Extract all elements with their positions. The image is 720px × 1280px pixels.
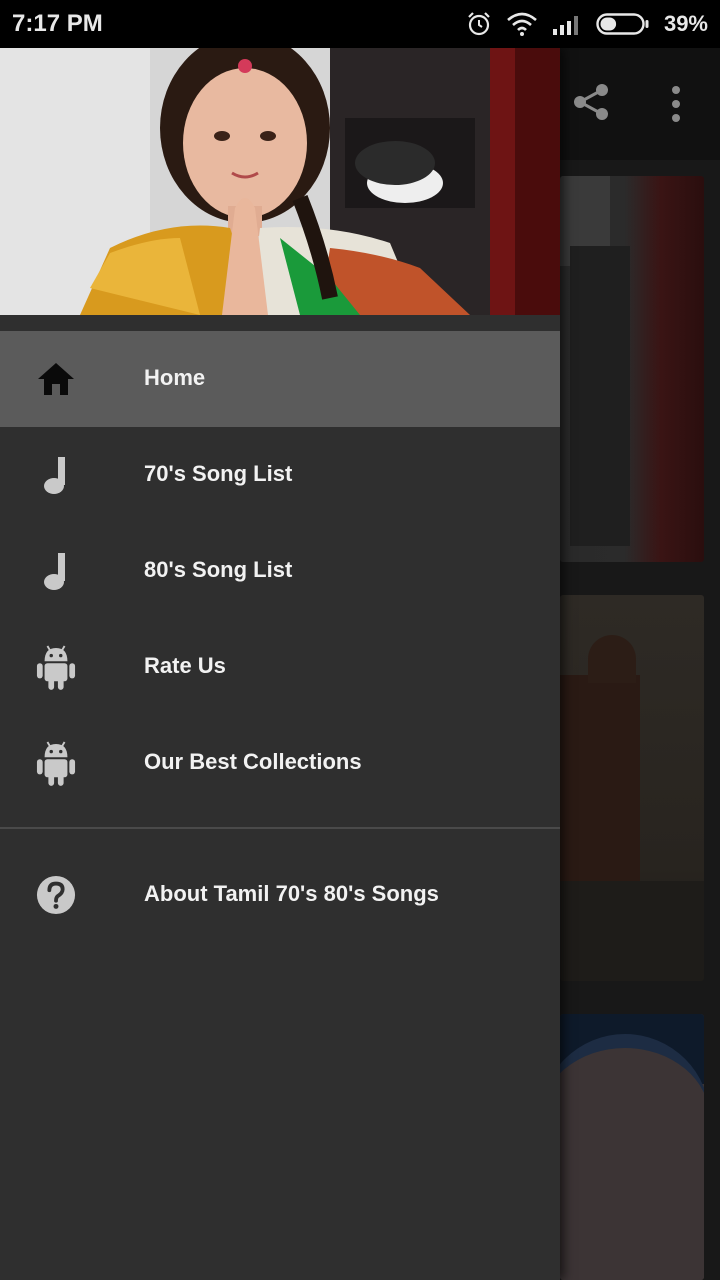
android-icon bbox=[36, 741, 76, 786]
music-note-icon bbox=[36, 551, 76, 591]
menu-item-80s-song-list[interactable]: 80's Song List bbox=[0, 523, 560, 619]
signal-icon bbox=[552, 13, 582, 35]
menu-item-our-best-collections[interactable]: Our Best Collections bbox=[0, 715, 560, 811]
menu-item-label: Rate Us bbox=[144, 653, 226, 678]
menu-item-label: 80's Song List bbox=[144, 557, 293, 582]
menu-item-rate-us[interactable]: Rate Us bbox=[0, 619, 560, 715]
menu-item-label: About Tamil 70's 80's Songs bbox=[144, 881, 439, 906]
alarm-icon bbox=[466, 11, 492, 37]
drawer-header-image bbox=[0, 48, 560, 315]
status-bar: 7:17 PM 39% bbox=[0, 0, 720, 48]
content-card-image[interactable] bbox=[560, 1014, 704, 1280]
menu-item-about[interactable]: About Tamil 70's 80's Songs bbox=[0, 847, 560, 943]
status-icons: 39% bbox=[466, 8, 708, 40]
card-image-detail bbox=[588, 635, 636, 683]
drawer-menu: Home 70's Song List 80's Song List Rate … bbox=[0, 331, 560, 811]
content-card-image[interactable] bbox=[560, 176, 704, 562]
menu-item-label: Our Best Collections bbox=[144, 749, 362, 774]
card-image-detail bbox=[570, 246, 630, 546]
menu-divider bbox=[0, 827, 560, 829]
menu-item-label: Home bbox=[144, 365, 206, 390]
card-image-detail bbox=[560, 1034, 704, 1280]
home-icon bbox=[36, 359, 76, 399]
more-vert-icon[interactable] bbox=[666, 84, 686, 129]
wifi-icon bbox=[506, 12, 538, 36]
content-card-image[interactable] bbox=[560, 595, 704, 981]
help-icon bbox=[36, 875, 76, 915]
card-image-detail bbox=[560, 881, 704, 981]
navigation-drawer[interactable]: Home 70's Song List 80's Song List Rate … bbox=[0, 48, 560, 1280]
battery-icon bbox=[596, 13, 650, 35]
android-icon bbox=[36, 645, 76, 690]
share-icon[interactable] bbox=[572, 82, 612, 127]
menu-item-label: 70's Song List bbox=[144, 461, 293, 486]
music-note-icon bbox=[36, 455, 76, 495]
battery-percent: 39% bbox=[663, 11, 708, 36]
status-time: 7:17 PM bbox=[12, 10, 103, 37]
menu-item-70s-song-list[interactable]: 70's Song List bbox=[0, 427, 560, 523]
menu-item-home[interactable]: Home bbox=[0, 331, 560, 427]
drawer-spacer bbox=[0, 315, 560, 331]
